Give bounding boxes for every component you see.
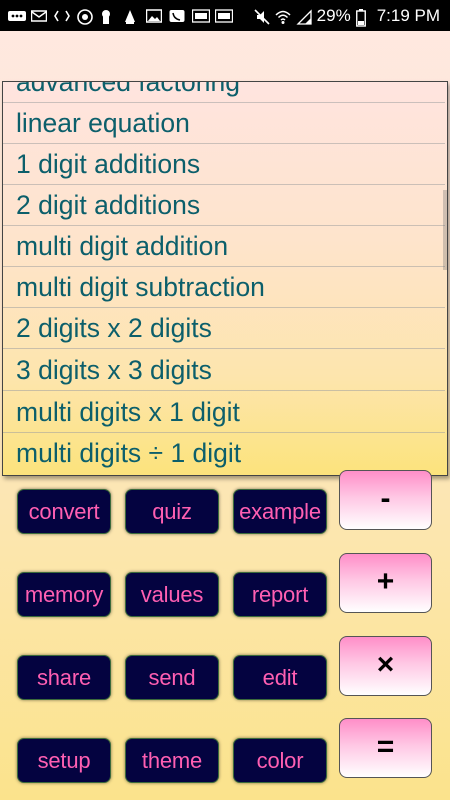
values-button[interactable]: values [125, 572, 219, 617]
list-item[interactable]: linear equation [3, 103, 445, 144]
example-button[interactable]: example [233, 489, 327, 534]
clock: 7:19 PM [376, 5, 440, 25]
code-icon [54, 9, 70, 23]
mute-icon [254, 8, 270, 25]
list-item[interactable]: 3 digits x 3 digits [3, 350, 445, 391]
battery-percent: 29% [316, 5, 351, 25]
plus-button[interactable]: + [339, 553, 432, 613]
signal-icon [296, 8, 312, 25]
list-item[interactable]: multi digits x 1 digit [3, 392, 445, 433]
memory-button[interactable]: memory [17, 572, 111, 617]
equals-button[interactable]: = [339, 718, 432, 778]
minus-button[interactable]: - [339, 470, 432, 530]
ge-icon-2 [214, 8, 234, 23]
battery-icon [355, 8, 372, 27]
color-button[interactable]: color [233, 738, 327, 783]
dropdown-list[interactable]: advanced factoring linear equation 1 dig… [2, 81, 448, 476]
ge-icon [191, 8, 211, 23]
list-item[interactable]: multi digit subtraction [3, 267, 445, 308]
report-button[interactable]: report [233, 572, 327, 617]
more-icon [8, 9, 26, 23]
list-item[interactable]: 2 digits x 2 digits [3, 308, 445, 349]
wifi-icon [275, 9, 291, 24]
phone-icon [169, 9, 185, 23]
keyhole-icon [100, 9, 116, 24]
list-item[interactable]: 2 digit additions [3, 185, 445, 226]
quiz-button[interactable]: quiz [125, 489, 219, 534]
share-button[interactable]: share [17, 655, 111, 700]
alert-icon [123, 9, 139, 24]
convert-button[interactable]: convert [17, 489, 111, 534]
scrollbar[interactable] [443, 190, 447, 270]
list-item[interactable]: multi digits ÷ 1 digit [3, 433, 445, 474]
status-bar: 29% 7:19 PM [0, 0, 450, 31]
mail-icon [30, 9, 48, 23]
edit-button[interactable]: edit [233, 655, 327, 700]
multiply-button[interactable]: × [339, 636, 432, 696]
chrome-icon [77, 8, 93, 25]
list-item[interactable]: 1 digit additions [3, 144, 445, 185]
theme-button[interactable]: theme [125, 738, 219, 783]
send-button[interactable]: send [125, 655, 219, 700]
list-item[interactable]: multi digit addition [3, 226, 445, 267]
list-item[interactable]: advanced factoring [3, 82, 445, 103]
setup-button[interactable]: setup [17, 738, 111, 783]
image-icon [145, 8, 163, 23]
